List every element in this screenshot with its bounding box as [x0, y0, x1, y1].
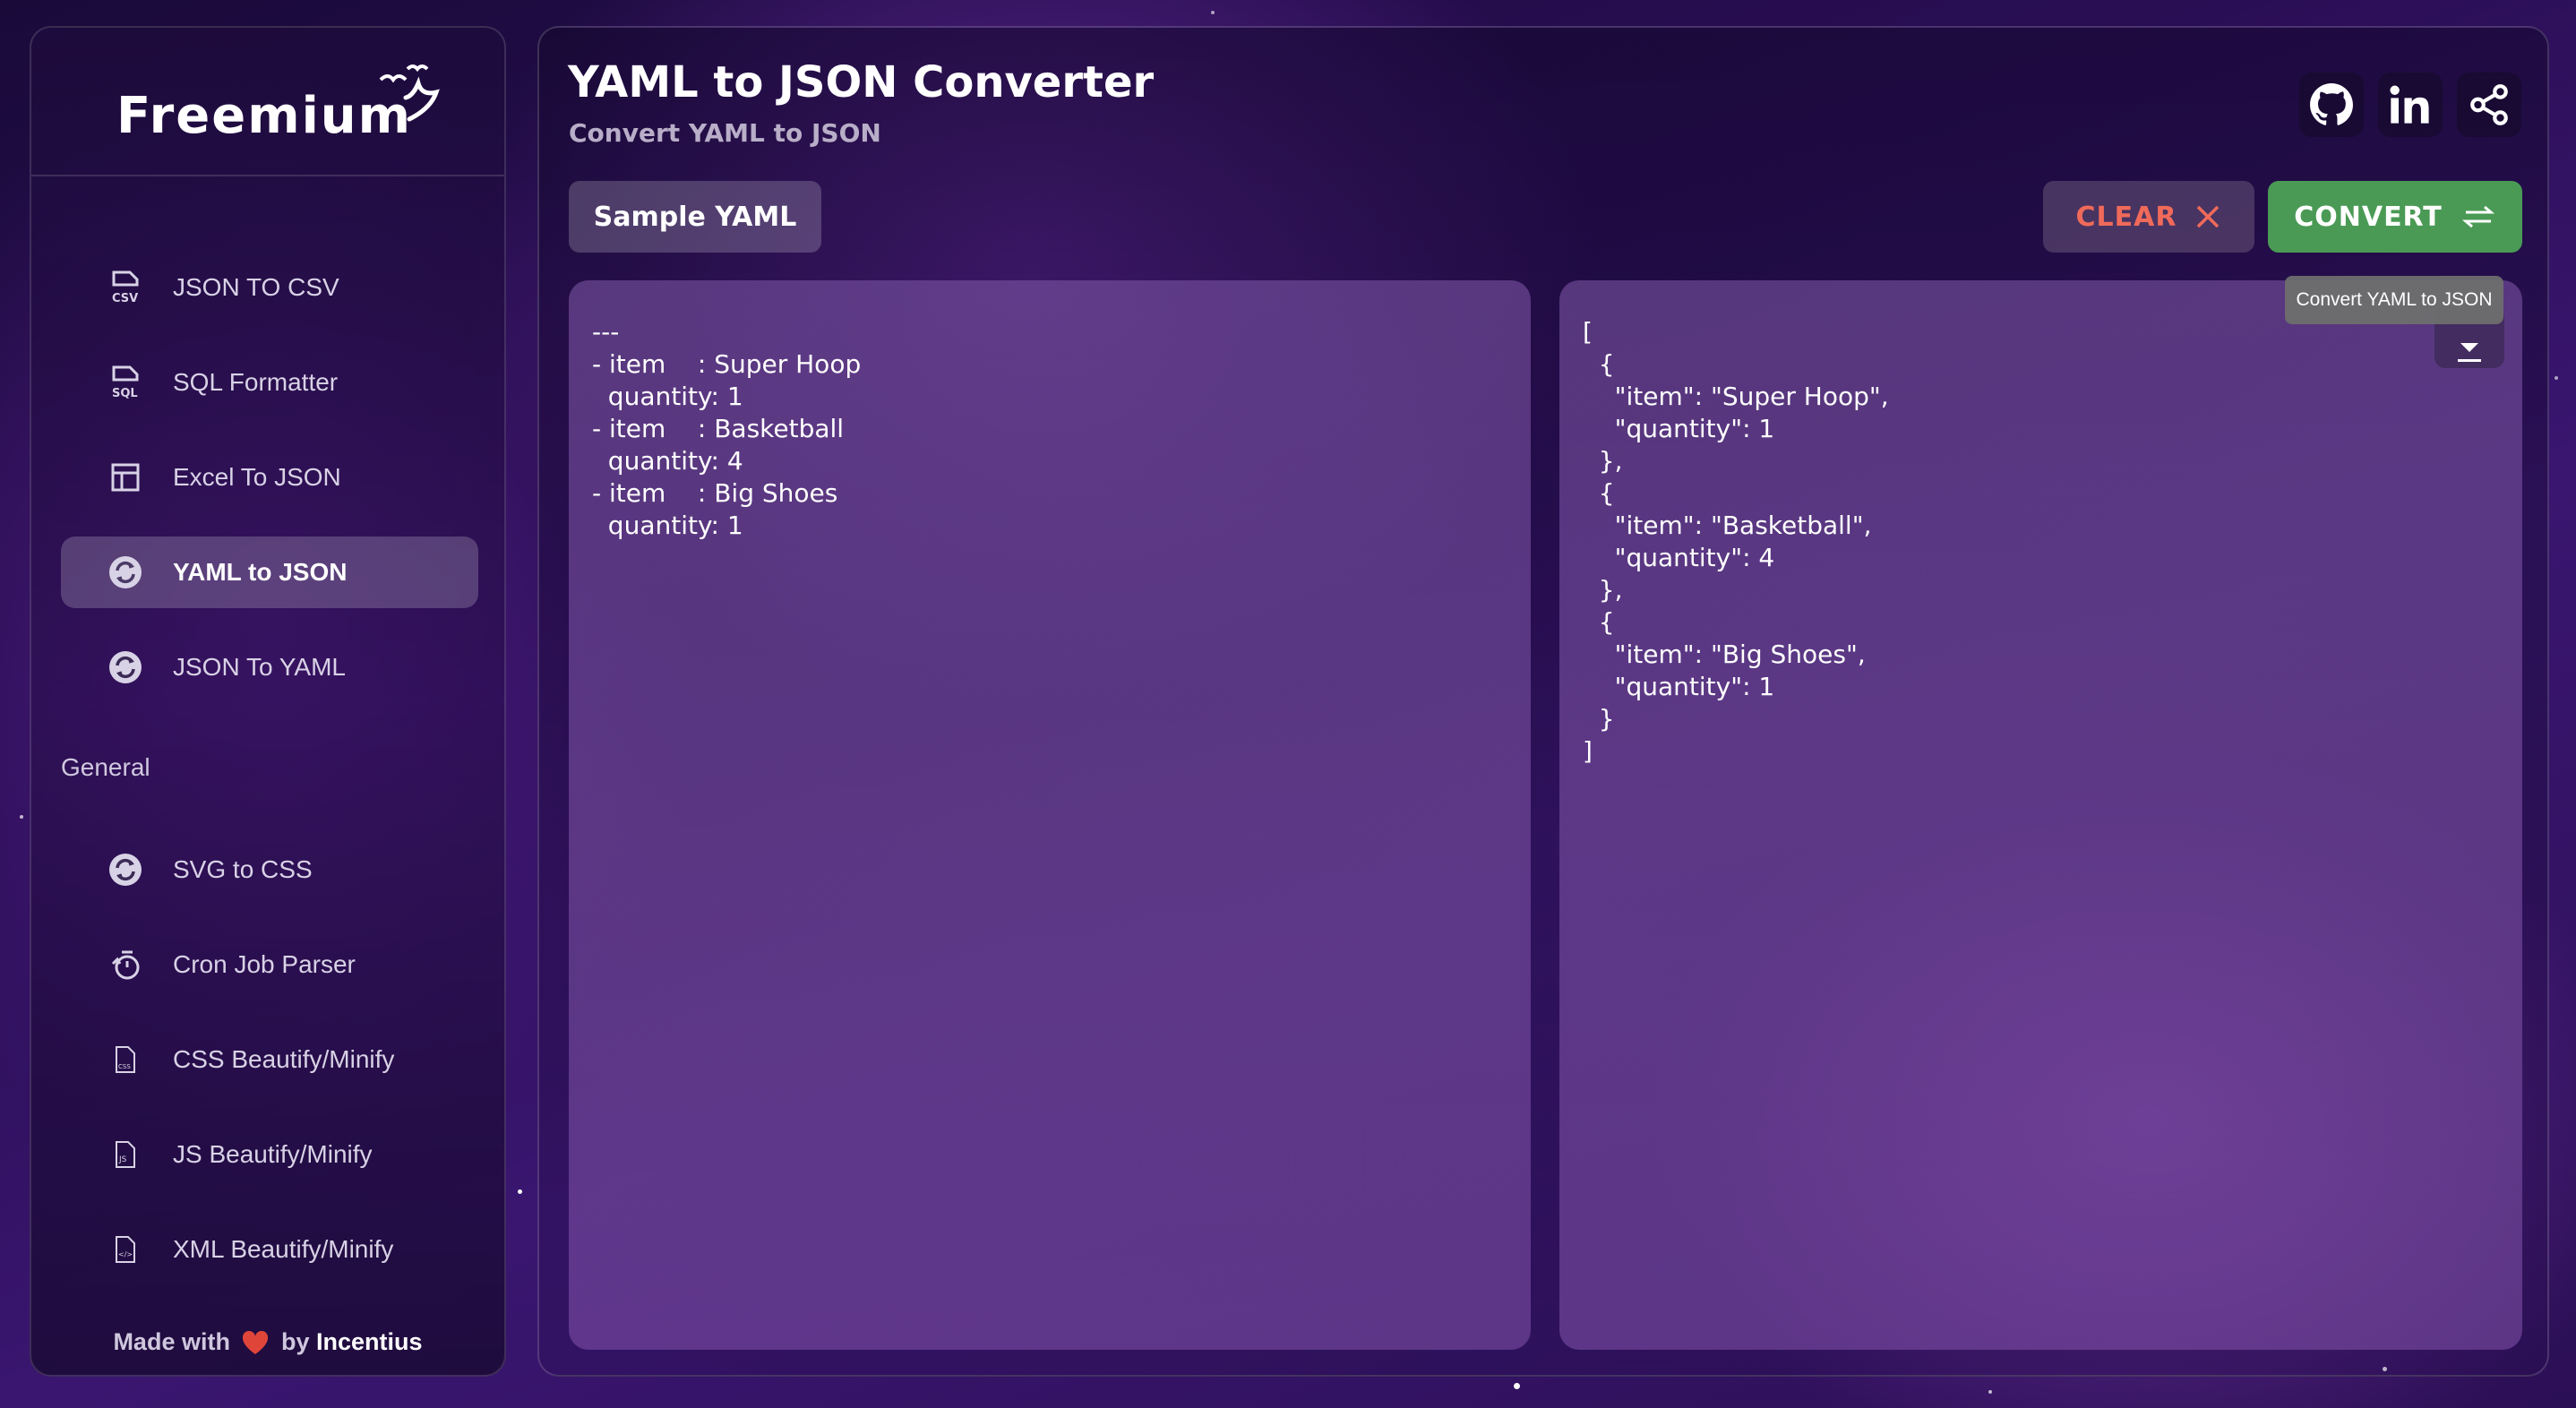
csv-file-icon: CSV: [107, 270, 143, 305]
svg-text:CSV: CSV: [112, 292, 138, 305]
github-button[interactable]: [2299, 73, 2364, 137]
sidebar-item-label: SQL Formatter: [173, 368, 339, 396]
json-output-text[interactable]: [ { "item": "Super Hoop", "quantity": 1 …: [1583, 316, 1889, 768]
css-file-icon: CSS: [107, 1042, 143, 1077]
convert-icon: [107, 649, 143, 685]
logo[interactable]: Freemium: [116, 87, 412, 145]
sidebar-item-js-beautify[interactable]: JS JS Beautify/Minify: [61, 1119, 478, 1190]
sidebar-item-label: Excel To JSON: [173, 463, 341, 491]
footer-made-with: Made with: [113, 1328, 230, 1355]
sidebar-item-sql-formatter[interactable]: SQL SQL Formatter: [61, 347, 478, 418]
timer-icon: [107, 947, 143, 983]
sidebar-item-css-beautify[interactable]: CSS CSS Beautify/Minify: [61, 1024, 478, 1095]
json-output-editor[interactable]: [ { "item": "Super Hoop", "quantity": 1 …: [1559, 280, 2522, 1350]
svg-text:JS: JS: [118, 1155, 127, 1164]
convert-button[interactable]: CONVERT: [2268, 181, 2522, 253]
sidebar-item-label: SVG to CSS: [173, 855, 313, 883]
footer-brand-link[interactable]: Incentius: [316, 1328, 423, 1355]
svg-text:</>: </>: [118, 1250, 133, 1258]
convert-icon: [107, 852, 143, 888]
background-star: [1211, 11, 1215, 14]
heart-icon: [243, 1330, 269, 1354]
page-title: YAML to JSON Converter: [568, 57, 1155, 107]
js-file-icon: JS: [107, 1137, 143, 1172]
birds-logo-icon: [379, 64, 440, 122]
sidebar-item-label: YAML to JSON: [173, 558, 348, 586]
sql-file-icon: SQL: [107, 365, 143, 400]
sidebar-item-json-to-yaml[interactable]: JSON To YAML: [61, 631, 478, 703]
page-subtitle: Convert YAML to JSON: [569, 118, 881, 148]
sidebar-footer: Made with by Incentius: [31, 1328, 504, 1356]
github-icon: [2310, 83, 2353, 125]
sidebar-item-svg-to-css[interactable]: SVG to CSS: [61, 834, 478, 906]
sidebar-item-label: CSS Beautify/Minify: [173, 1045, 395, 1073]
svg-text:CSS: CSS: [118, 1063, 131, 1070]
swap-arrows-icon: [2461, 205, 2494, 228]
background-star: [1514, 1383, 1520, 1389]
footer-by: by: [280, 1328, 310, 1355]
sidebar-item-excel-to-json[interactable]: Excel To JSON: [61, 442, 478, 513]
clear-button[interactable]: CLEAR: [2043, 181, 2254, 253]
sidebar-item-xml-beautify[interactable]: </> XML Beautify/Minify: [61, 1214, 478, 1285]
convert-icon: [107, 554, 143, 590]
yaml-input-text[interactable]: --- - item : Super Hoop quantity: 1 - it…: [592, 316, 861, 542]
yaml-input-editor[interactable]: --- - item : Super Hoop quantity: 1 - it…: [569, 280, 1531, 1350]
background-star: [1988, 1390, 1992, 1394]
section-label-general: General: [61, 753, 150, 781]
download-icon: [2458, 343, 2481, 362]
close-icon: [2197, 205, 2220, 228]
svg-text:SQL: SQL: [112, 387, 138, 399]
sidebar-item-label: JS Beautify/Minify: [173, 1140, 373, 1168]
background-star: [20, 815, 23, 819]
sidebar-item-yaml-to-json[interactable]: YAML to JSON: [61, 537, 478, 608]
sidebar: Freemium CSV JSON TO CSV SQL SQL Formatt…: [30, 26, 506, 1377]
background-star: [2555, 376, 2558, 380]
sidebar-item-cron-job-parser[interactable]: Cron Job Parser: [61, 929, 478, 1000]
logo-area: Freemium: [31, 28, 504, 176]
sidebar-item-label: Cron Job Parser: [173, 950, 356, 978]
sample-yaml-button[interactable]: Sample YAML: [569, 181, 821, 253]
linkedin-button[interactable]: [2378, 73, 2443, 137]
background-star: [518, 1189, 522, 1194]
sidebar-item-label: XML Beautify/Minify: [173, 1235, 394, 1263]
share-icon: [2470, 84, 2508, 125]
sidebar-item-label: JSON To YAML: [173, 653, 346, 681]
sidebar-item-json-to-csv[interactable]: CSV JSON TO CSV: [61, 252, 478, 323]
convert-button-label: CONVERT: [2294, 201, 2443, 233]
main-panel: YAML to JSON Converter Convert YAML to J…: [537, 26, 2549, 1377]
linkedin-icon: [2390, 85, 2429, 124]
clear-button-label: CLEAR: [2075, 201, 2177, 233]
convert-tooltip: Convert YAML to JSON: [2285, 276, 2503, 324]
sidebar-item-label: JSON TO CSV: [173, 273, 339, 301]
table-icon: [107, 459, 143, 495]
share-button[interactable]: [2457, 73, 2521, 137]
xml-file-icon: </>: [107, 1232, 143, 1267]
